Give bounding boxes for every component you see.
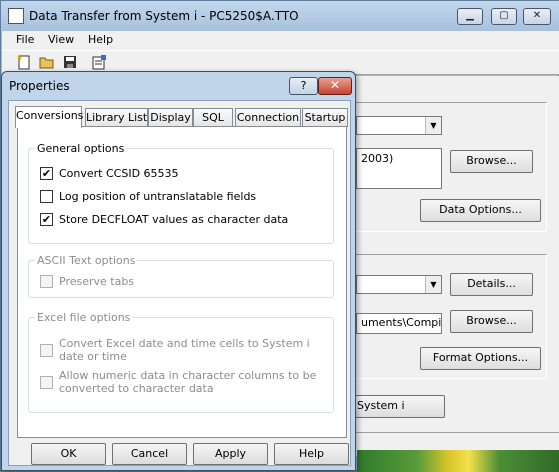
tab-startup[interactable]: Startup bbox=[302, 108, 348, 127]
tab-library-list[interactable]: Library List bbox=[85, 108, 148, 127]
chevron-down-icon: ▼ bbox=[425, 117, 441, 134]
apply-button[interactable]: Apply bbox=[193, 443, 268, 465]
dialog-title: Properties bbox=[9, 79, 70, 93]
window-title: Data Transfer from System i - PC5250$A.T… bbox=[29, 9, 299, 23]
help-button[interactable]: Help bbox=[274, 443, 349, 465]
tab-display[interactable]: Display bbox=[148, 108, 193, 127]
log-position-label: Log position of untranslatable fields bbox=[59, 190, 257, 203]
menu-help[interactable]: Help bbox=[88, 33, 113, 46]
convert-excel-date-option[interactable]: Convert Excel date and time cells to Sys… bbox=[40, 336, 320, 364]
window-titlebar: Data Transfer from System i - PC5250$A.T… bbox=[1, 1, 559, 31]
convert-excel-date-checkbox[interactable] bbox=[40, 344, 53, 357]
new-file-icon[interactable] bbox=[15, 55, 33, 72]
file-list-box[interactable]: 2003) bbox=[356, 148, 442, 189]
log-position-checkbox[interactable] bbox=[40, 190, 53, 203]
convert-ccsid-checkbox[interactable]: ✔ bbox=[40, 167, 53, 180]
allow-numeric-checkbox[interactable] bbox=[40, 376, 53, 389]
general-options-group: General options ✔ Convert CCSID 65535 Lo… bbox=[28, 142, 334, 244]
minimize-button[interactable]: ▁ bbox=[457, 8, 483, 25]
output-combo[interactable]: ▼ bbox=[356, 275, 442, 294]
menu-bar: File View Help bbox=[2, 31, 559, 50]
tab-connection[interactable]: Connection bbox=[235, 108, 301, 127]
format-options-button[interactable]: Format Options... bbox=[420, 347, 541, 370]
convert-excel-date-label: Convert Excel date and time cells to Sys… bbox=[59, 337, 310, 363]
convert-ccsid-label: Convert CCSID 65535 bbox=[59, 167, 179, 180]
app-icon bbox=[8, 8, 24, 24]
store-decfloat-checkbox[interactable]: ✔ bbox=[40, 213, 53, 226]
browse-button-top[interactable]: Browse... bbox=[450, 150, 533, 173]
details-button[interactable]: Details... bbox=[450, 273, 533, 296]
help-icon[interactable]: ? bbox=[289, 77, 318, 95]
maximize-button[interactable]: ▢ bbox=[491, 8, 517, 25]
general-options-legend: General options bbox=[35, 142, 127, 155]
properties-dialog: Properties ? ✕ Conversions Library List … bbox=[1, 71, 356, 471]
output-path-value: uments\Compile bbox=[361, 316, 442, 329]
save-icon[interactable] bbox=[61, 55, 79, 72]
tab-strip: Conversions Library List Display SQL Con… bbox=[15, 106, 351, 128]
transfer-button[interactable]: System i bbox=[347, 395, 445, 418]
output-path-field[interactable]: uments\Compile bbox=[356, 313, 442, 334]
window-close-button[interactable]: ✕ bbox=[523, 8, 551, 25]
tab-conversions[interactable]: Conversions bbox=[15, 106, 83, 128]
file-list-value: 2003) bbox=[361, 152, 394, 165]
excel-options-group: Excel file options Convert Excel date an… bbox=[28, 311, 334, 413]
from-combo[interactable]: ▼ bbox=[356, 116, 442, 135]
store-decfloat-label: Store DECFLOAT values as character data bbox=[59, 213, 289, 226]
open-folder-icon[interactable] bbox=[38, 55, 56, 72]
preserve-tabs-label: Preserve tabs bbox=[59, 275, 135, 288]
allow-numeric-option[interactable]: Allow numeric data in character columns … bbox=[40, 368, 320, 396]
allow-numeric-label: Allow numeric data in character columns … bbox=[59, 369, 317, 395]
menu-view[interactable]: View bbox=[48, 33, 74, 46]
close-icon[interactable]: ✕ bbox=[318, 77, 352, 95]
chevron-down-icon: ▼ bbox=[425, 276, 441, 293]
tab-sql[interactable]: SQL bbox=[193, 108, 233, 127]
preserve-tabs-checkbox[interactable] bbox=[40, 275, 53, 288]
ok-button[interactable]: OK bbox=[31, 443, 106, 465]
excel-options-legend: Excel file options bbox=[35, 311, 133, 324]
data-options-button[interactable]: Data Options... bbox=[420, 199, 541, 222]
ascii-options-group: ASCII Text options Preserve tabs bbox=[28, 254, 334, 298]
dialog-body: Conversions Library List Display SQL Con… bbox=[8, 100, 351, 466]
cancel-button[interactable]: Cancel bbox=[112, 443, 187, 465]
desktop-wallpaper bbox=[357, 450, 559, 472]
properties-icon[interactable] bbox=[90, 55, 108, 72]
conversions-tab-page: General options ✔ Convert CCSID 65535 Lo… bbox=[17, 126, 347, 438]
menu-file[interactable]: File bbox=[16, 33, 34, 46]
browse-button-bottom[interactable]: Browse... bbox=[450, 310, 533, 333]
ascii-options-legend: ASCII Text options bbox=[35, 254, 138, 267]
